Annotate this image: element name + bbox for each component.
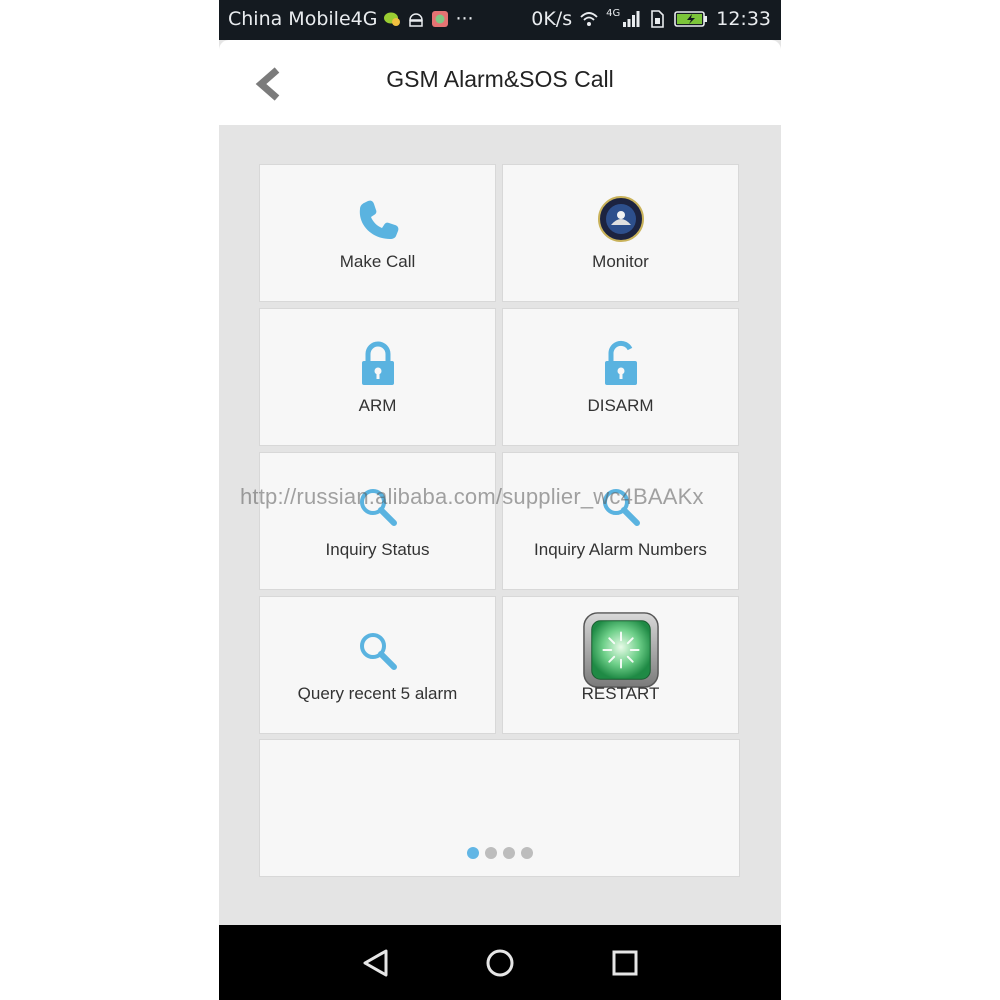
status-bar-right: 0K/s 4G 12:33 — [531, 7, 771, 31]
monitor-emblem-icon — [597, 196, 644, 242]
query-recent-alarm-button[interactable]: Query recent 5 alarm — [259, 596, 496, 734]
disarm-button[interactable]: DISARM — [502, 308, 739, 446]
restart-label: RESTART — [581, 684, 660, 703]
circle-home-icon[interactable] — [480, 943, 520, 983]
clock: 12:33 — [716, 8, 771, 30]
chat-notification-icon — [384, 12, 401, 26]
make-call-label: Make Call — [339, 252, 416, 271]
monitor-label: Monitor — [592, 252, 649, 271]
arm-button[interactable]: ARM — [259, 308, 496, 446]
query-recent-alarm-label: Query recent 5 alarm — [297, 684, 458, 703]
arm-label: ARM — [358, 396, 397, 415]
make-call-button[interactable]: Make Call — [259, 164, 496, 302]
status-bar-left: China Mobile4G ··· — [228, 8, 474, 30]
search-icon — [359, 489, 397, 526]
page-dot-3[interactable] — [503, 847, 515, 859]
search-icon — [602, 489, 640, 526]
restart-button[interactable]: RESTART — [502, 596, 739, 734]
battery-icon — [674, 11, 708, 27]
inquiry-alarm-numbers-label: Inquiry Alarm Numbers — [534, 540, 707, 559]
inquiry-status-button[interactable]: Inquiry Status — [259, 452, 496, 590]
status-bar: China Mobile4G ··· 0K/s 4G 12:33 — [219, 0, 781, 40]
wifi-icon — [580, 12, 598, 26]
inquiry-alarm-numbers-button[interactable]: Inquiry Alarm Numbers — [502, 452, 739, 590]
page-dot-2[interactable] — [485, 847, 497, 859]
monitor-button[interactable]: Monitor — [502, 164, 739, 302]
disarm-label: DISARM — [587, 396, 654, 415]
page-indicator — [219, 847, 781, 859]
carrier-name: China Mobile4G — [228, 8, 378, 30]
more-notifications-icon: ··· — [455, 8, 474, 30]
restart-icon — [582, 612, 659, 688]
navigation-bar — [219, 925, 781, 1000]
page-dot-4[interactable] — [521, 847, 533, 859]
phone-screen: China Mobile4G ··· 0K/s 4G 12:33 GSM Ala… — [219, 0, 781, 1000]
signal-icon — [623, 11, 640, 27]
inquiry-status-label: Inquiry Status — [325, 540, 430, 559]
network-speed: 0K/s — [531, 8, 573, 30]
phone-icon — [359, 200, 398, 239]
square-recents-icon[interactable] — [605, 943, 645, 983]
lock-closed-icon — [361, 341, 394, 385]
sim-icon — [651, 10, 665, 28]
network-type: 4G — [606, 7, 621, 19]
app-notification-icon — [432, 11, 449, 27]
triangle-back-icon[interactable] — [356, 943, 396, 983]
lock-open-icon — [604, 340, 637, 385]
page-dot-1[interactable] — [467, 847, 479, 859]
function-grid: Make Call Monitor ARM DISARM Inquiry Sta… — [219, 125, 781, 925]
app-bar: GSM Alarm&SOS Call — [219, 40, 781, 125]
page-title: GSM Alarm&SOS Call — [386, 66, 614, 92]
android-icon — [409, 13, 424, 27]
search-icon — [359, 633, 397, 670]
